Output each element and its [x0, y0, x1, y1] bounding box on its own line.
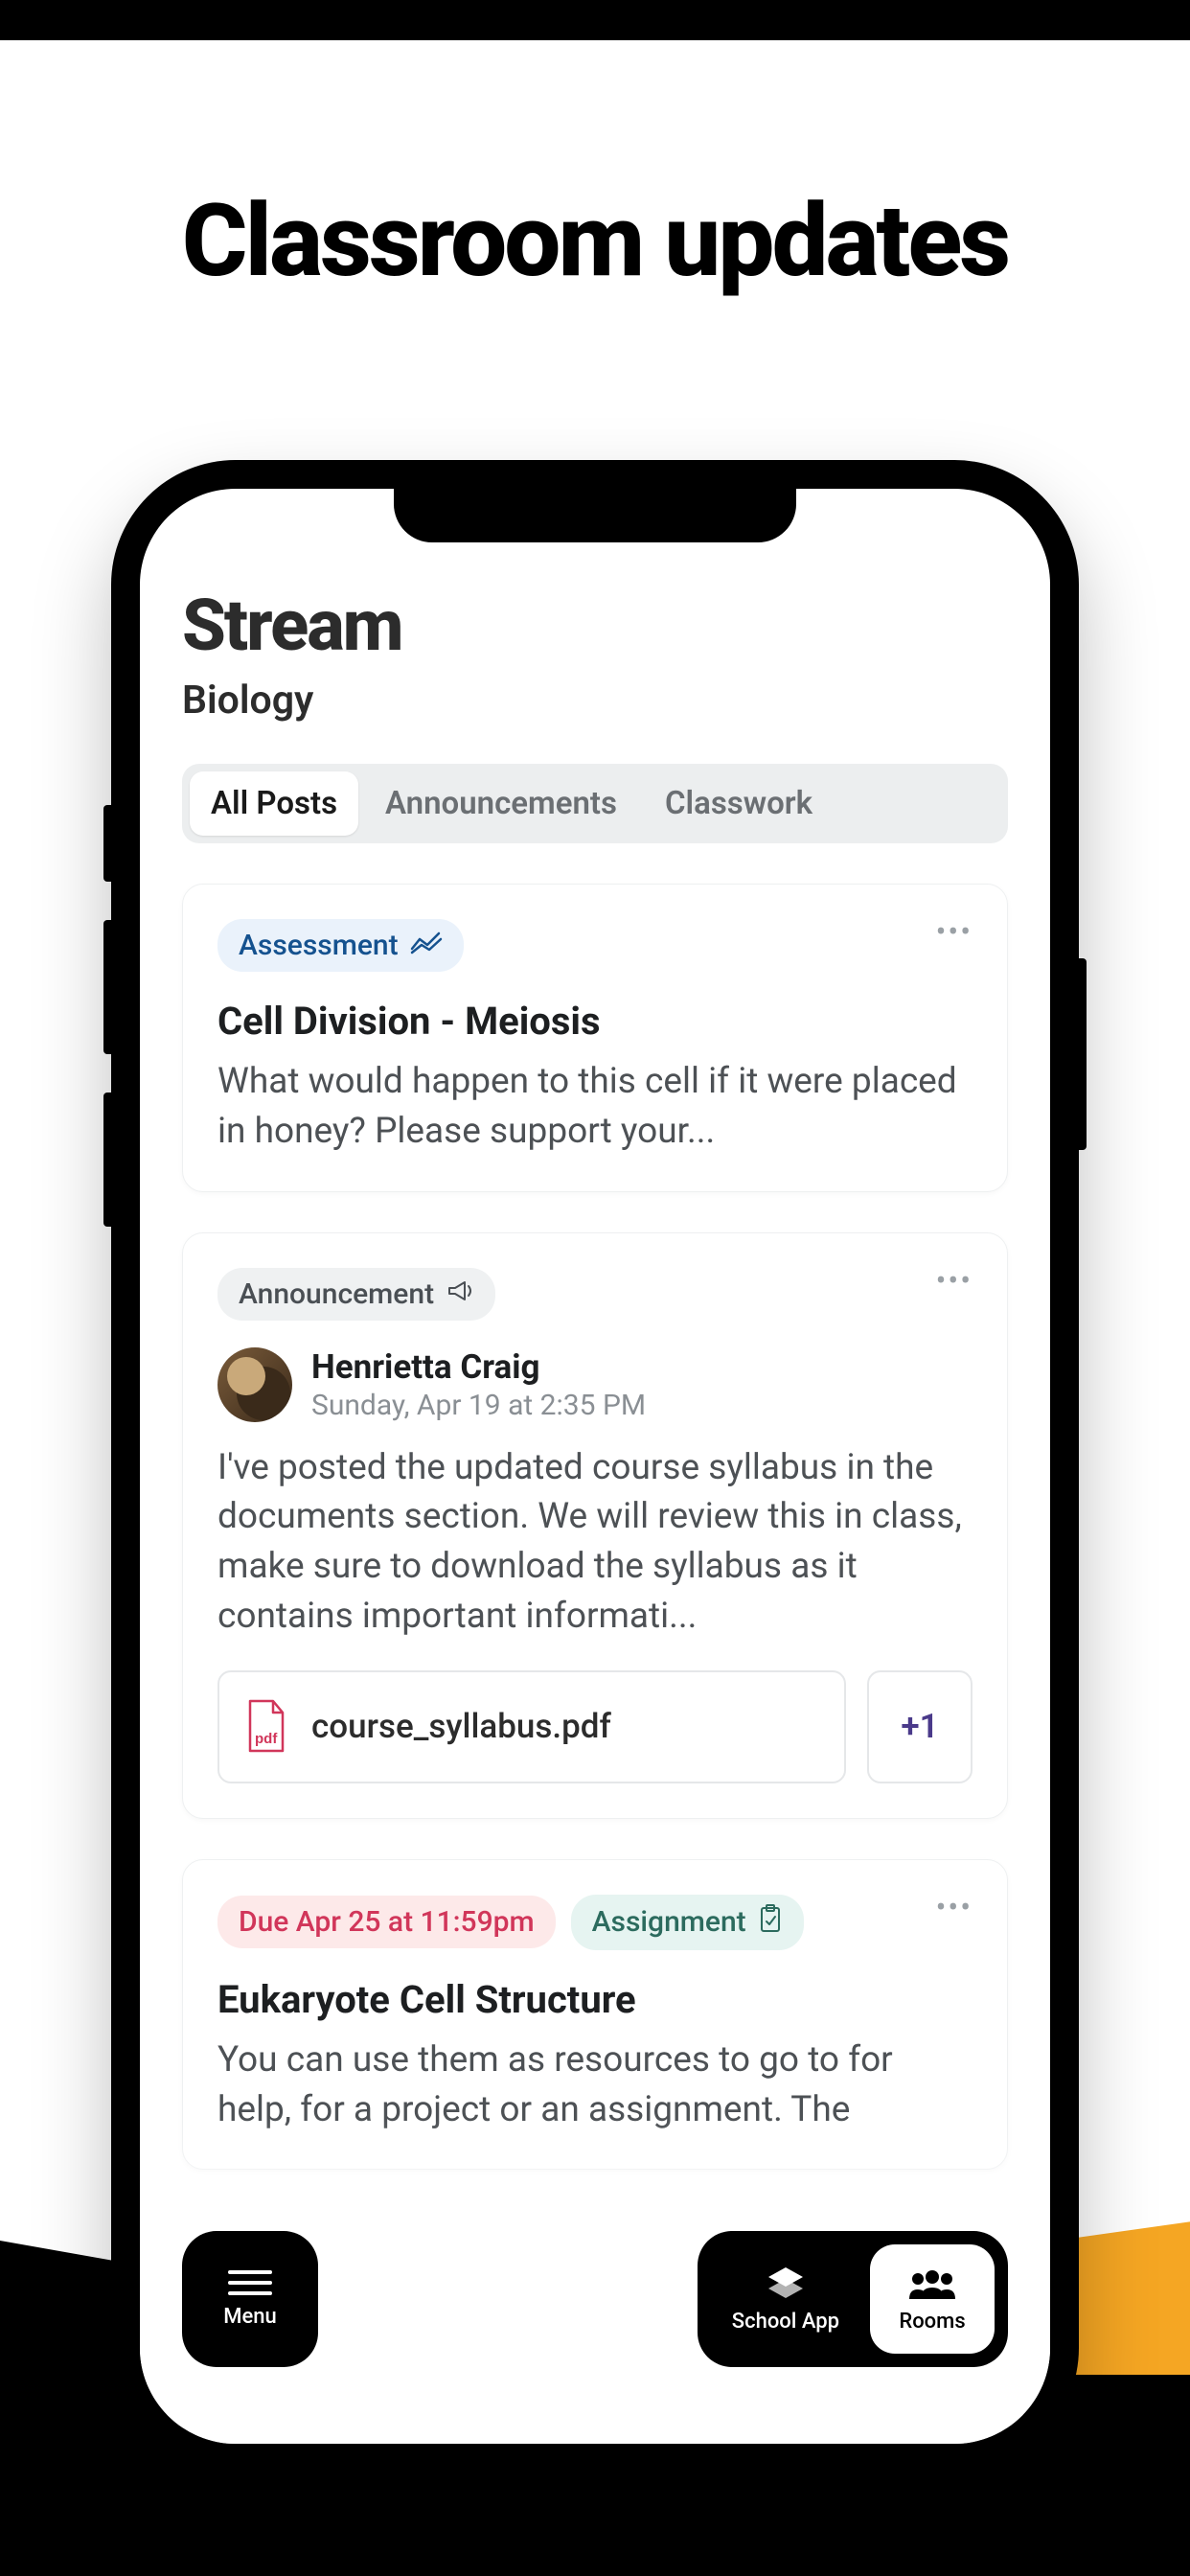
attachment-more[interactable]: +1 — [867, 1670, 973, 1783]
tab-announcements[interactable]: Announcements — [364, 771, 638, 836]
chart-line-icon — [410, 929, 443, 962]
pill-label: Assessment — [239, 929, 399, 962]
clipboard-check-icon — [758, 1904, 783, 1941]
tabs-bar: All Posts Announcements Classwork — [182, 764, 1008, 843]
assignment-pill: Assignment — [571, 1895, 804, 1950]
menu-label: Menu — [223, 2305, 277, 2329]
avatar[interactable] — [217, 1347, 292, 1422]
attachment-file[interactable]: pdf course_syllabus.pdf — [217, 1670, 846, 1783]
people-icon — [907, 2266, 957, 2304]
phone-side-button — [103, 805, 111, 882]
page-title: Stream — [182, 585, 1008, 668]
author-name: Henrietta Craig — [311, 1347, 646, 1387]
phone-volume-down — [103, 1092, 111, 1227]
hamburger-icon — [228, 2270, 272, 2295]
hero-title: Classroom updates — [0, 182, 1190, 300]
post-body: You can use them as resources to go to f… — [217, 2036, 973, 2135]
phone-volume-up — [103, 920, 111, 1054]
more-icon[interactable]: ••• — [936, 913, 973, 950]
post-card-announcement[interactable]: ••• Announcement Henrietta Craig Sunday,… — [182, 1232, 1008, 1819]
phone-frame: Stream Biology All Posts Announcements C… — [111, 460, 1079, 2472]
attachment-filename: course_syllabus.pdf — [311, 1707, 611, 1746]
megaphone-icon — [446, 1277, 474, 1311]
tab-classwork[interactable]: Classwork — [644, 771, 834, 836]
post-title: Cell Division - Meiosis — [217, 999, 973, 1044]
menu-button[interactable]: Menu — [182, 2231, 318, 2367]
more-icon[interactable]: ••• — [936, 1262, 973, 1299]
pill-label: Assignment — [592, 1905, 746, 1939]
pill-label: Announcement — [239, 1277, 434, 1311]
post-body: What would happen to this cell if it wer… — [217, 1057, 973, 1157]
announcement-pill: Announcement — [217, 1268, 495, 1321]
rooms-button[interactable]: Rooms — [870, 2244, 995, 2354]
due-label: Due Apr 25 at 11:59pm — [239, 1905, 535, 1939]
post-card-assignment[interactable]: ••• Due Apr 25 at 11:59pm Assignment — [182, 1859, 1008, 2171]
top-black-bar — [0, 0, 1190, 40]
school-app-button[interactable]: School App — [711, 2244, 860, 2354]
more-icon[interactable]: ••• — [936, 1889, 973, 1925]
phone-screen: Stream Biology All Posts Announcements C… — [140, 489, 1050, 2444]
author-row: Henrietta Craig Sunday, Apr 19 at 2:35 P… — [217, 1347, 973, 1422]
author-date: Sunday, Apr 19 at 2:35 PM — [311, 1389, 646, 1422]
rooms-label: Rooms — [899, 2310, 965, 2334]
app-toggle-group: School App Rooms — [698, 2231, 1008, 2367]
post-body: I've posted the updated course syllabus … — [217, 1443, 973, 1642]
post-title: Eukaryote Cell Structure — [217, 1977, 973, 2022]
page-subtitle: Biology — [182, 678, 1008, 724]
school-app-label: School App — [732, 2310, 839, 2334]
post-card-assessment[interactable]: ••• Assessment Cell Division - Meiosis W… — [182, 884, 1008, 1192]
svg-text:pdf: pdf — [255, 1731, 278, 1747]
layers-icon — [765, 2266, 807, 2304]
due-pill: Due Apr 25 at 11:59pm — [217, 1896, 556, 1948]
bottom-bar: Menu School App — [182, 2231, 1008, 2367]
pdf-icon: pdf — [244, 1699, 288, 1755]
phone-power-button — [1079, 958, 1087, 1150]
tab-all-posts[interactable]: All Posts — [190, 771, 358, 836]
assessment-pill: Assessment — [217, 919, 464, 972]
phone-notch — [394, 489, 796, 542]
attachment-more-label: +1 — [901, 1707, 938, 1746]
